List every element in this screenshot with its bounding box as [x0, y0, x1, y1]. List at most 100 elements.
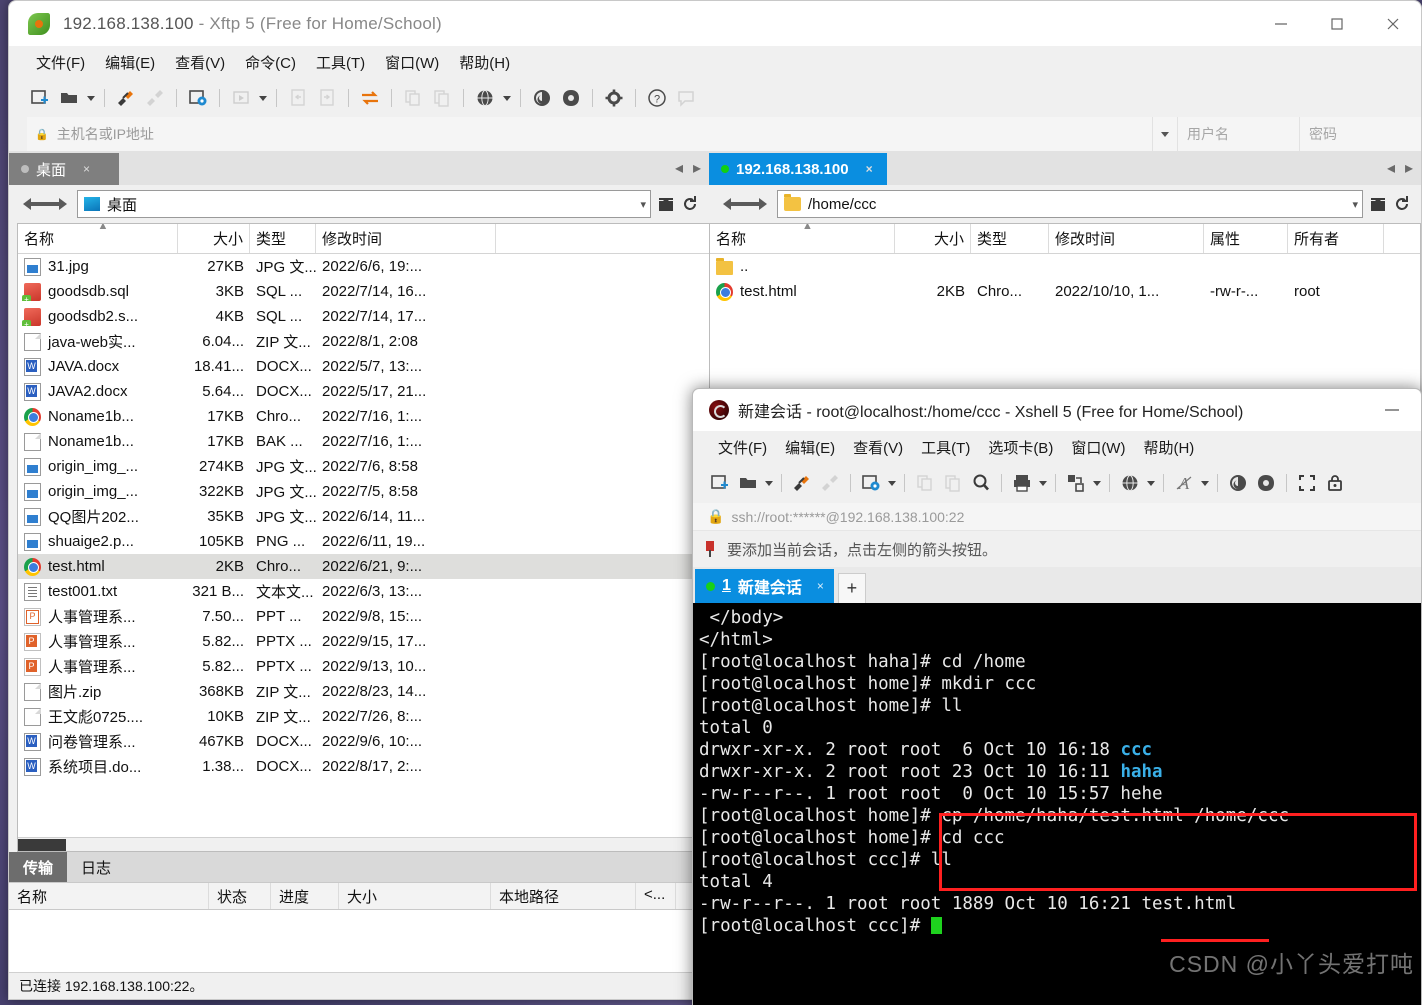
column-header-5[interactable]: 所有者 [1288, 224, 1384, 253]
table-row[interactable]: 系统项目.do... 1.38... DOCX... 2022/8/17, 2:... [18, 754, 709, 779]
fullscreen-icon[interactable] [1294, 470, 1320, 496]
xshell-icon[interactable] [529, 85, 555, 111]
parent-folder-icon[interactable] [655, 192, 677, 216]
tab-prev-icon[interactable]: ◂ [675, 158, 683, 178]
transfer-dropdown[interactable] [1091, 470, 1102, 496]
table-row[interactable]: JAVA.docx 18.41... DOCX... 2022/5/7, 13:... [18, 354, 709, 379]
print-dropdown[interactable] [1037, 470, 1048, 496]
column-header-2[interactable]: 类型 [250, 224, 316, 253]
scrollbar-thumb[interactable] [18, 839, 66, 851]
transfer-column-1[interactable]: 状态 [209, 883, 271, 909]
xs-menu-window[interactable]: 窗口(W) [1062, 433, 1134, 462]
transfer-column-4[interactable]: 本地路径 [491, 883, 636, 909]
parent-folder-icon[interactable] [1367, 192, 1389, 216]
local-list-body[interactable]: 31.jpg 27KB JPG 文... 2022/6/6, 19:... goodsd… [18, 254, 709, 837]
xs-menu-tabs[interactable]: 选项卡(B) [979, 433, 1062, 462]
transfer-tab-0[interactable]: 传输 [9, 852, 68, 882]
xshell-minimize-button[interactable] [1383, 389, 1401, 431]
terminal-output[interactable]: </body> </html> [root@localhost haha]# cd … [693, 603, 1421, 1005]
table-row[interactable]: Noname1b... 17KB BAK ... 2022/7/16, 1:... [18, 429, 709, 454]
menu-command[interactable]: 命令(C) [236, 48, 305, 77]
table-row[interactable]: test001.txt 321 B... 文本文... 2022/6/3, 13:..… [18, 579, 709, 604]
tab-prev-icon[interactable]: ◂ [1387, 158, 1395, 178]
column-header-0[interactable]: 名称 ▲ [710, 224, 895, 253]
refresh-icon[interactable] [1391, 192, 1413, 216]
close-button[interactable] [1365, 1, 1421, 46]
remote-path-input[interactable]: /home/ccc ▾ [777, 190, 1363, 218]
new-session-icon[interactable] [27, 85, 53, 111]
session-properties-icon[interactable] [185, 85, 211, 111]
table-row[interactable]: QQ图片202... 35KB JPG 文... 2022/6/14, 11... [18, 504, 709, 529]
table-row[interactable]: 问卷管理系... 467KB DOCX... 2022/9/6, 10:... [18, 729, 709, 754]
xs-menu-tools[interactable]: 工具(T) [912, 433, 979, 462]
open-folder-icon[interactable] [56, 85, 82, 111]
local-list-hscrollbar[interactable] [18, 837, 709, 851]
table-row[interactable]: goodsdb2.s... 4KB SQL ... 2022/7/14, 17... [18, 304, 709, 329]
browser-dropdown[interactable] [1145, 470, 1156, 496]
open-folder-icon[interactable] [735, 470, 761, 496]
table-row[interactable]: shuaige2.p... 105KB PNG ... 2022/6/11, 19..… [18, 529, 709, 554]
password-input[interactable]: 密码 [1299, 117, 1421, 151]
new-session-icon[interactable] [707, 470, 733, 496]
column-header-3[interactable]: 修改时间 [316, 224, 496, 253]
xshell-ssh-url-bar[interactable]: 🔒 ssh://root:******@192.168.138.100:22 [693, 503, 1421, 531]
menu-help[interactable]: 帮助(H) [450, 48, 519, 77]
username-input[interactable]: 用户名 [1177, 117, 1299, 151]
find-icon[interactable] [968, 470, 994, 496]
font-dropdown[interactable] [1199, 470, 1210, 496]
xs-menu-help[interactable]: 帮助(H) [1134, 433, 1203, 462]
table-row[interactable]: 人事管理系... 5.82... PPTX ... 2022/9/13, 10... [18, 654, 709, 679]
menu-window[interactable]: 窗口(W) [376, 48, 448, 77]
tab-next-icon[interactable]: ▸ [693, 158, 701, 178]
menu-tools[interactable]: 工具(T) [307, 48, 374, 77]
help-icon[interactable]: ? [644, 85, 670, 111]
table-row[interactable]: test.html 2KB Chro... 2022/6/21, 9:... [18, 554, 709, 579]
open-folder-dropdown[interactable] [763, 470, 774, 496]
sync-transfer-icon[interactable] [357, 85, 383, 111]
chevron-down-icon[interactable]: ▾ [640, 198, 646, 211]
column-header-2[interactable]: 类型 [971, 224, 1049, 253]
font-icon[interactable]: A [1171, 470, 1197, 496]
transfer-column-2[interactable]: 进度 [271, 883, 339, 909]
browser-icon[interactable] [1117, 470, 1143, 496]
table-row[interactable]: java-web实... 6.04... ZIP 文... 2022/8/1, 2:0… [18, 329, 709, 354]
browser-dropdown[interactable] [501, 85, 512, 111]
table-row[interactable]: 人事管理系... 7.50... PPT ... 2022/9/8, 15:... [18, 604, 709, 629]
xs-menu-edit[interactable]: 编辑(E) [776, 433, 844, 462]
column-header-0[interactable]: 名称 ▲ [18, 224, 178, 253]
maximize-button[interactable] [1309, 1, 1365, 46]
transfer-column-5[interactable]: <... [636, 883, 676, 909]
open-folder-dropdown[interactable] [85, 85, 96, 111]
chevron-down-icon[interactable]: ▾ [1352, 198, 1358, 211]
browser-icon[interactable] [472, 85, 498, 111]
xftp-icon[interactable] [558, 85, 584, 111]
settings-gear-icon[interactable] [601, 85, 627, 111]
transfer-column-0[interactable]: 名称 [9, 883, 209, 909]
table-row[interactable]: .. [710, 254, 1420, 279]
transfer-icon[interactable] [1063, 470, 1089, 496]
properties-dropdown[interactable] [886, 470, 897, 496]
connect-icon[interactable] [113, 85, 139, 111]
menu-edit[interactable]: 编辑(E) [96, 48, 164, 77]
column-header-1[interactable]: 大小 [895, 224, 971, 253]
xshell-new-tab-button[interactable]: + [837, 573, 866, 603]
xshell-tab-close-icon[interactable]: × [817, 579, 824, 593]
table-row[interactable]: 王文彪0725.... 10KB ZIP 文... 2022/7/26, 8:... [18, 704, 709, 729]
local-tab-close-icon[interactable]: × [83, 162, 90, 176]
table-row[interactable]: origin_img_... 322KB JPG 文... 2022/7/5, 8:5… [18, 479, 709, 504]
remote-tab-host[interactable]: 192.168.138.100 × [709, 153, 887, 185]
local-file-list[interactable]: 名称 ▲ 大小 类型 修改时间 31.jpg 27KB JPG 文... 2022/6/6, … [17, 223, 709, 852]
session-properties-icon[interactable] [858, 470, 884, 496]
xftp-icon[interactable] [1253, 470, 1279, 496]
refresh-icon[interactable] [679, 192, 701, 216]
local-path-input[interactable]: 桌面 ▾ [77, 190, 651, 218]
print-icon[interactable] [1009, 470, 1035, 496]
table-row[interactable]: JAVA2.docx 5.64... DOCX... 2022/5/17, 21... [18, 379, 709, 404]
transfer-column-3[interactable]: 大小 [339, 883, 491, 909]
host-input[interactable]: 🔒 主机名或IP地址 [27, 117, 1153, 151]
table-row[interactable]: origin_img_... 274KB JPG 文... 2022/7/6, 8:5… [18, 454, 709, 479]
table-row[interactable]: 31.jpg 27KB JPG 文... 2022/6/6, 19:... [18, 254, 709, 279]
column-header-4[interactable]: 属性 [1204, 224, 1288, 253]
menu-view[interactable]: 查看(V) [166, 48, 234, 77]
table-row[interactable]: goodsdb.sql 3KB SQL ... 2022/7/14, 16... [18, 279, 709, 304]
